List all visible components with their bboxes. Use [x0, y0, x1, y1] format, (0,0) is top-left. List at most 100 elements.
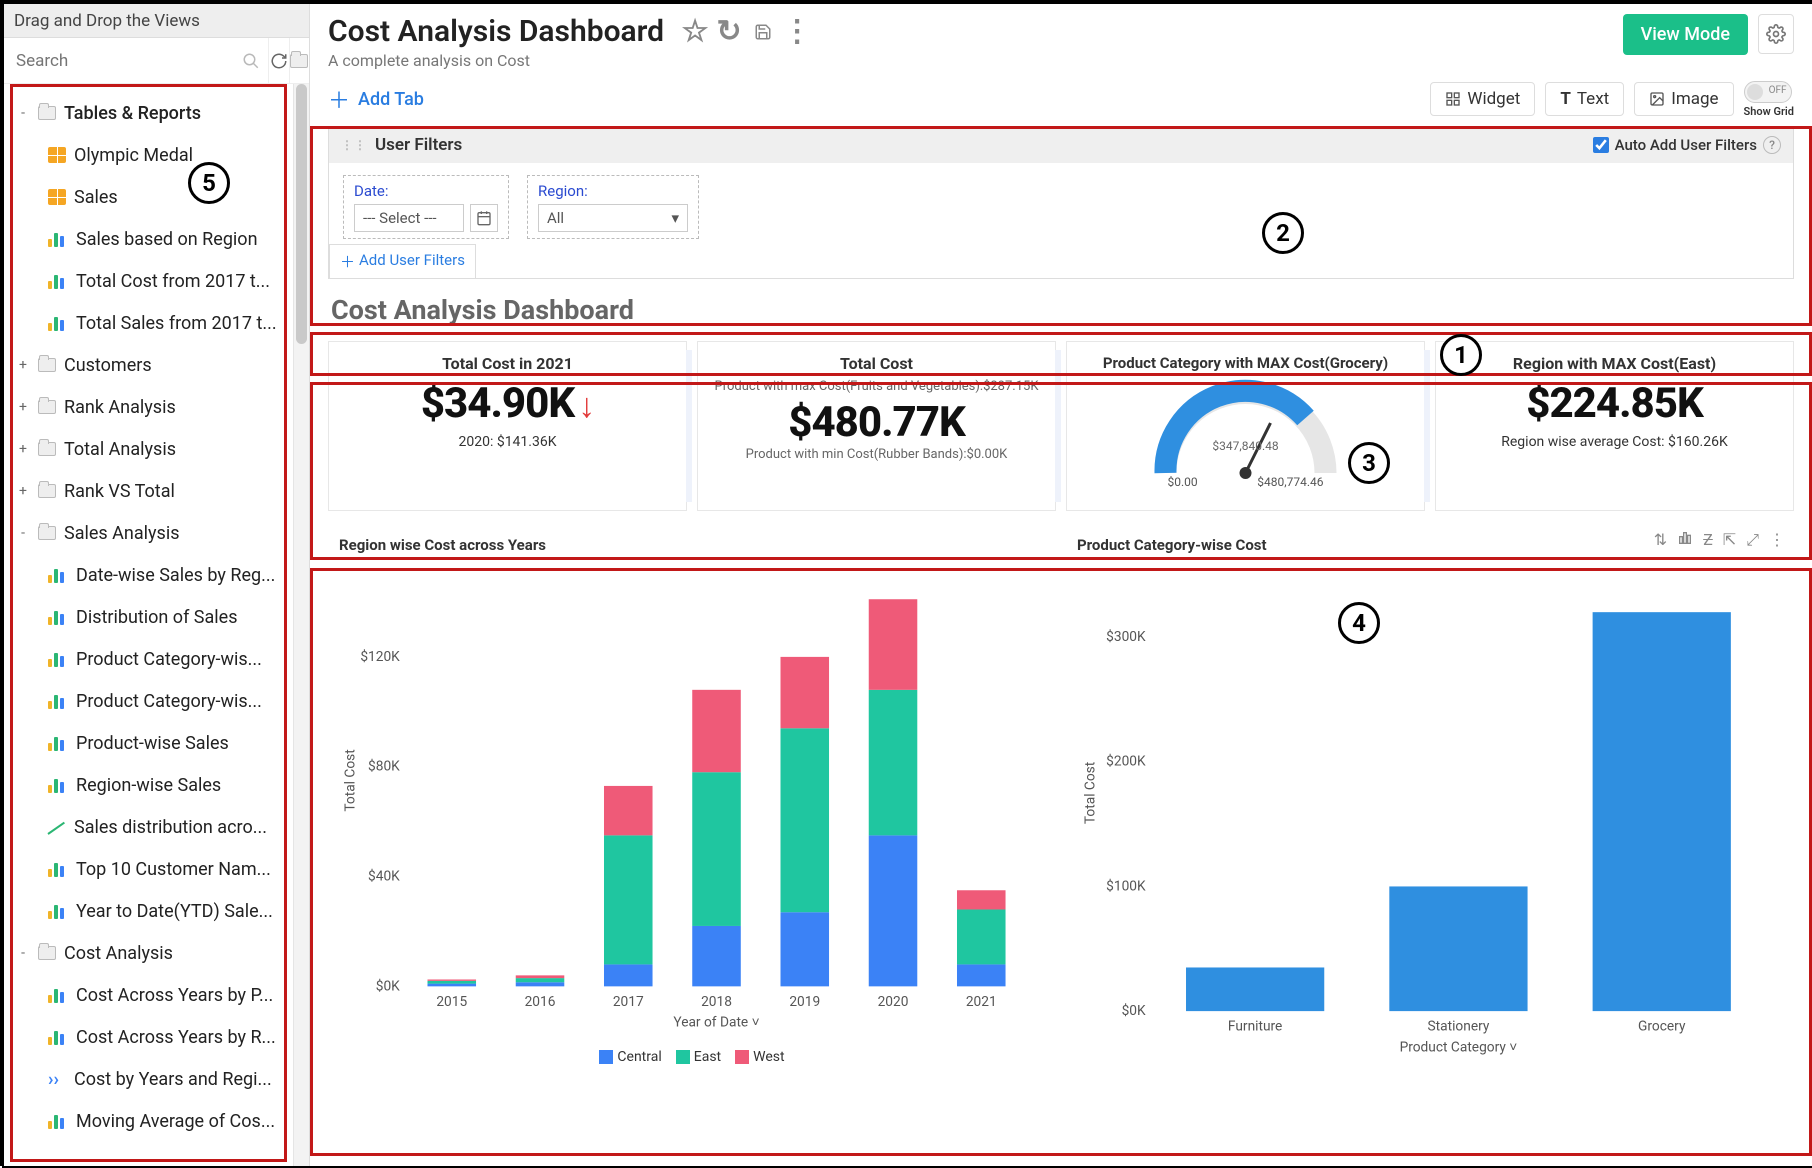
tree-item[interactable]: Total Cost from 2017 t...	[4, 260, 309, 302]
chart-icon	[48, 273, 68, 289]
sidebar: Drag and Drop the Views 5 -Tables & Repo…	[4, 4, 310, 1166]
view-mode-button[interactable]: View Mode	[1623, 14, 1748, 55]
tree-item[interactable]: Cost Across Years by P...	[4, 974, 309, 1016]
auto-add-filters[interactable]: Auto Add User Filters ?	[1593, 136, 1781, 154]
star-icon[interactable]: ☆	[684, 21, 706, 43]
tree-item[interactable]: Cost Across Years by R...	[4, 1016, 309, 1058]
funnel-icon: ››	[48, 1071, 66, 1087]
svg-text:$480,774.46: $480,774.46	[1257, 475, 1323, 488]
tree-item[interactable]: Sales	[4, 176, 309, 218]
add-tab-button[interactable]: ＋Add Tab	[328, 83, 424, 115]
kpi-region-max[interactable]: Region with MAX Cost(East) $224.85K Regi…	[1435, 341, 1794, 511]
tree-item[interactable]: Olympic Medal	[4, 134, 309, 176]
expand-icon[interactable]: ⤢	[1746, 530, 1759, 550]
tree-item[interactable]: Product Category-wis...	[4, 638, 309, 680]
svg-text:$100K: $100K	[1106, 877, 1146, 894]
kpi-total-cost[interactable]: Total Cost Product with max Cost(Fruits …	[697, 341, 1056, 511]
chart-icon	[48, 693, 68, 709]
svg-text:$40K: $40K	[368, 867, 400, 884]
underline-icon[interactable]: Z	[1703, 530, 1713, 550]
svg-text:Year of Date ˅: Year of Date ˅	[673, 1015, 759, 1031]
svg-text:Stationery: Stationery	[1428, 1019, 1490, 1035]
tree-item[interactable]: Total Sales from 2017 t...	[4, 302, 309, 344]
tree-group[interactable]: +Customers	[4, 344, 309, 386]
tree-group[interactable]: +Rank Analysis	[4, 386, 309, 428]
sidebar-scrollbar[interactable]	[293, 84, 309, 1166]
chart-icon	[48, 735, 68, 751]
calendar-icon[interactable]	[470, 204, 498, 232]
svg-text:$200K: $200K	[1106, 753, 1146, 770]
user-filters-panel: ⋮⋮ User Filters Auto Add User Filters ? …	[328, 126, 1794, 279]
svg-text:Total Cost: Total Cost	[1083, 761, 1099, 824]
chart-icon	[48, 609, 68, 625]
tree-item[interactable]: Top 10 Customer Nam...	[4, 848, 309, 890]
svg-text:Total Cost: Total Cost	[343, 749, 359, 812]
auto-add-checkbox[interactable]	[1593, 137, 1609, 153]
tree-item[interactable]: Moving Average of Cos...	[4, 1100, 309, 1142]
sidebar-title: Drag and Drop the Views	[4, 4, 309, 38]
down-arrow-icon: ↓	[578, 386, 594, 426]
more-icon[interactable]: ⋮	[1769, 530, 1785, 550]
sort-icon[interactable]: ⇅	[1654, 530, 1667, 550]
dashboard-title: Cost Analysis Dashboard	[328, 287, 1794, 333]
chart-icon	[48, 315, 68, 331]
tree-item[interactable]: Year to Date(YTD) Sale...	[4, 890, 309, 932]
help-icon[interactable]: ?	[1763, 136, 1781, 154]
svg-text:$0K: $0K	[1122, 1002, 1146, 1019]
svg-text:Grocery: Grocery	[1638, 1019, 1686, 1035]
tree-group-sales[interactable]: -Sales Analysis	[4, 512, 309, 554]
tree-item[interactable]: Product-wise Sales	[4, 722, 309, 764]
chart-icon	[48, 567, 68, 583]
page-subtitle: A complete analysis on Cost	[328, 51, 1623, 70]
widget-button[interactable]: Widget	[1430, 82, 1535, 116]
svg-text:2019: 2019	[789, 994, 820, 1010]
chart-icon	[48, 903, 68, 919]
show-grid-toggle[interactable]: OFF	[1744, 81, 1792, 103]
svg-text:2020: 2020	[878, 994, 909, 1010]
refresh-icon[interactable]: ↻	[718, 21, 740, 43]
kpi-gauge[interactable]: Product Category with MAX Cost(Grocery) …	[1066, 341, 1425, 511]
more-icon[interactable]: ⋮	[786, 21, 808, 43]
svg-text:$80K: $80K	[368, 758, 400, 775]
tree-group[interactable]: +Rank VS Total	[4, 470, 309, 512]
kpi-total-cost-2021[interactable]: Total Cost in 2021 $34.90K↓ 2020: $141.3…	[328, 341, 687, 511]
tree-item[interactable]: Sales based on Region	[4, 218, 309, 260]
gear-icon[interactable]	[1758, 14, 1794, 54]
refresh-icon[interactable]	[268, 38, 289, 84]
folder-icon[interactable]	[289, 38, 310, 84]
chart-region-cost[interactable]: Region wise Cost across Years $0K$40K$80…	[328, 525, 1056, 1095]
chart-type-icon[interactable]	[1677, 530, 1693, 550]
topbar: Cost Analysis Dashboard ☆ ↻ ⋮ A complete…	[310, 4, 1812, 76]
main: Cost Analysis Dashboard ☆ ↻ ⋮ A complete…	[310, 4, 1812, 1166]
chart-icon	[48, 987, 68, 1003]
search-input[interactable]	[12, 45, 242, 77]
tree-item[interactable]: Sales distribution acro...	[4, 806, 309, 848]
drag-handle-icon[interactable]: ⋮⋮	[341, 138, 367, 152]
tree-item[interactable]: Region-wise Sales	[4, 764, 309, 806]
region-filter: Region: All▾	[527, 175, 699, 239]
svg-text:Product Category ˅: Product Category ˅	[1400, 1039, 1518, 1055]
page-title: Cost Analysis Dashboard	[328, 14, 664, 49]
tree-item[interactable]: ››Cost by Years and Regi...	[4, 1058, 309, 1100]
svg-text:$347,840.48: $347,840.48	[1212, 439, 1278, 453]
tree-group-tables[interactable]: -Tables & Reports	[4, 92, 309, 134]
export-icon[interactable]: ⇱	[1723, 530, 1736, 550]
tree-group[interactable]: +Total Analysis	[4, 428, 309, 470]
text-button[interactable]: TText	[1545, 82, 1624, 116]
tree-item[interactable]: Product Category-wis...	[4, 680, 309, 722]
image-button[interactable]: Image	[1634, 82, 1733, 116]
chevron-down-icon: ▾	[671, 209, 679, 227]
svg-text:2016: 2016	[525, 994, 556, 1010]
add-user-filters-button[interactable]: ＋Add User Filters	[329, 244, 476, 278]
svg-text:2018: 2018	[701, 994, 732, 1010]
chart-category-cost[interactable]: ⇅ Z ⇱ ⤢ ⋮ Product Category-wise Cost $0K…	[1066, 525, 1794, 1095]
region-select[interactable]: All▾	[538, 204, 688, 232]
search-icon[interactable]	[242, 52, 260, 70]
tree-item[interactable]: Date-wise Sales by Reg...	[4, 554, 309, 596]
bar-chart: $0K$100K$200K$300KTotal CostFurnitureSta…	[1077, 560, 1783, 1070]
date-select[interactable]: --- Select ---	[354, 204, 464, 232]
tree-item[interactable]: Distribution of Sales	[4, 596, 309, 638]
save-icon[interactable]	[752, 21, 774, 43]
chart1-legend: Central East West	[339, 1049, 1045, 1065]
tree-group-cost[interactable]: -Cost Analysis	[4, 932, 309, 974]
